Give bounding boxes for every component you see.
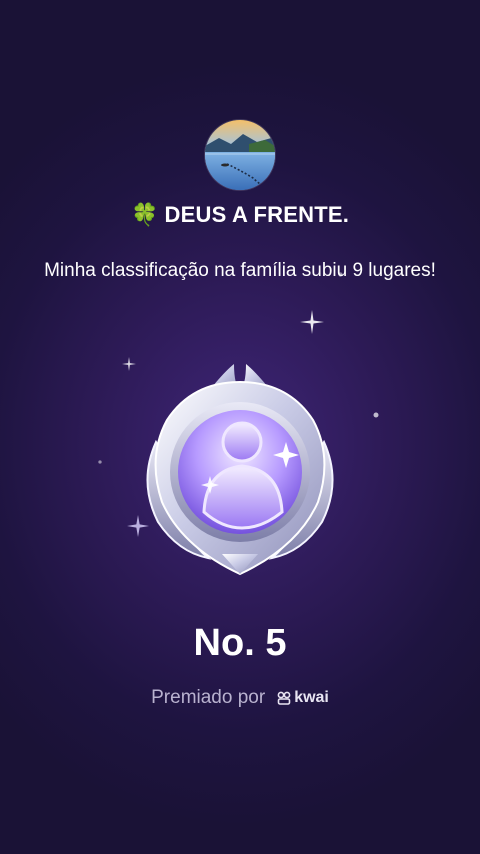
kwai-brand-name: kwai	[294, 689, 329, 706]
awarded-by-row: Premiado por kwai	[0, 687, 480, 709]
sparkle-icon	[98, 460, 102, 464]
user-avatar[interactable]	[205, 120, 275, 190]
clover-icon: 🍀	[130, 202, 159, 227]
rank-number: No. 5	[193, 622, 287, 664]
rank-up-message: Minha classificação na família subiu 9 l…	[44, 260, 436, 281]
kwai-logo: kwai	[277, 689, 329, 707]
sparkle-icon	[373, 412, 379, 418]
sparkle-icon	[300, 310, 324, 334]
family-name-title: 🍀 DEUS A FRENTE.	[0, 202, 480, 228]
rank-medal-icon	[146, 364, 334, 576]
lake-photo-icon	[205, 120, 275, 190]
sparkle-icon	[122, 357, 136, 371]
rank-up-screen: 🍀 DEUS A FRENTE. Minha classificação na f…	[0, 0, 480, 854]
family-name: DEUS A FRENTE.	[164, 202, 350, 227]
kwai-logo-icon	[277, 691, 291, 705]
awarded-by-label: Premiado por	[151, 687, 266, 708]
